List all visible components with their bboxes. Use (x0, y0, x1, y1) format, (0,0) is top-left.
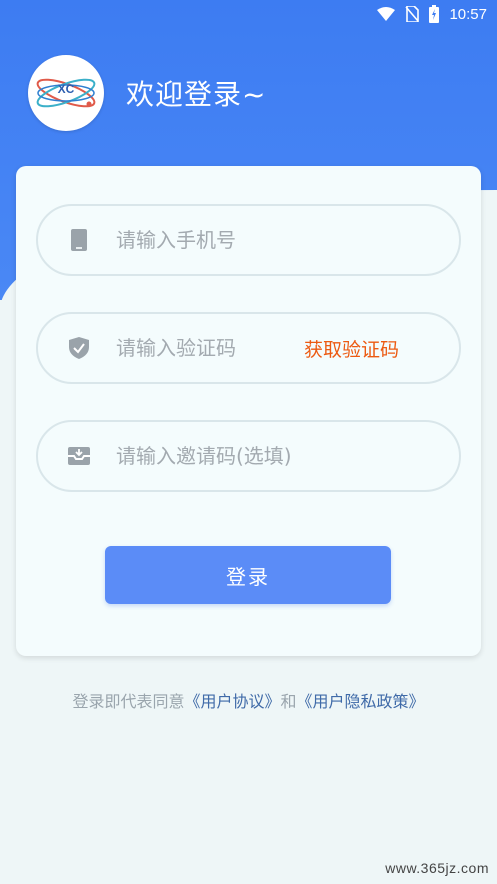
privacy-policy-link[interactable]: 《用户隐私政策》 (297, 692, 425, 711)
phone-input[interactable] (116, 228, 296, 252)
svg-text:XC: XC (58, 82, 75, 96)
watermark: www.365jz.com (385, 860, 489, 876)
status-bar: 10:57 (0, 0, 497, 28)
invite-field[interactable] (36, 420, 461, 492)
agreement-and: 和 (280, 692, 297, 711)
phone-icon (68, 229, 90, 251)
agreement-prefix: 登录即代表同意 (72, 692, 185, 711)
atom-logo-icon: XC (36, 78, 96, 108)
no-sim-icon (405, 6, 420, 22)
inbox-icon (68, 445, 90, 467)
invite-input[interactable] (116, 444, 416, 468)
get-code-button[interactable]: 获取验证码 (304, 335, 399, 362)
wifi-icon (377, 7, 396, 21)
welcome-title: 欢迎登录~ (126, 78, 267, 111)
code-field[interactable]: 获取验证码 (36, 312, 461, 384)
user-agreement-link[interactable]: 《用户协议》 (184, 692, 280, 711)
shield-icon (68, 337, 90, 359)
login-button[interactable]: 登录 (105, 546, 391, 604)
app-logo: XC (28, 55, 104, 131)
phone-field[interactable] (36, 204, 461, 276)
agreement-text: 登录即代表同意《用户协议》和《用户隐私政策》 (0, 688, 497, 712)
login-card: 获取验证码 登录 (16, 166, 481, 656)
welcome-header: XC 欢迎登录~ (28, 55, 266, 131)
code-input[interactable] (116, 336, 296, 360)
status-time: 10:57 (449, 5, 487, 23)
battery-icon (429, 5, 440, 23)
